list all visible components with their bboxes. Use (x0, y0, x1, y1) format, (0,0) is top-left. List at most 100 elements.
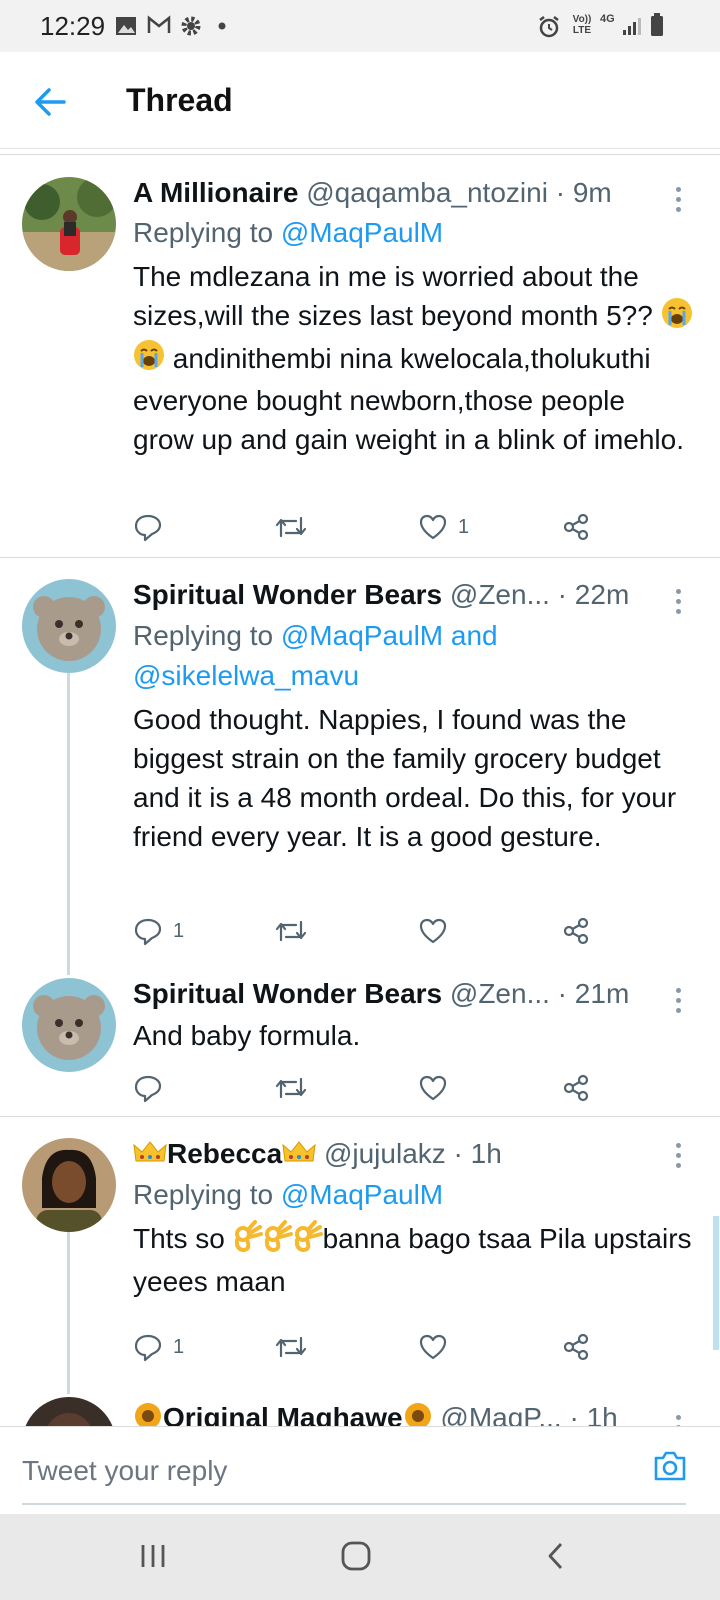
display-name[interactable]: Rebecca (167, 1138, 282, 1169)
user-handle[interactable]: @jujulakz (324, 1138, 446, 1169)
reply-count: 1 (173, 1335, 185, 1358)
like-button[interactable]: 1 (418, 509, 469, 545)
back-nav-icon[interactable] (546, 1541, 566, 1571)
reply-icon (134, 1075, 162, 1103)
avatar[interactable] (22, 177, 116, 271)
page-title: Thread (126, 82, 233, 118)
reply-button[interactable]: 1 (133, 913, 184, 949)
thread-line (67, 673, 70, 975)
retweet-button[interactable] (274, 1070, 308, 1106)
crying-face-icon (133, 339, 165, 381)
avatar[interactable] (22, 978, 116, 1072)
reply-icon (134, 514, 162, 542)
share-button[interactable] (561, 1070, 591, 1106)
battery-icon (651, 13, 663, 36)
tweet-text: The mdlezana in me is worried about the … (133, 257, 693, 459)
retweet-button[interactable] (274, 913, 308, 949)
thread-list[interactable]: A Millionaire @qaqamba_ntozini · 9m Repl… (0, 149, 720, 1427)
share-button[interactable] (561, 1329, 591, 1365)
tweet-actions: 1 (133, 509, 603, 549)
reply-icon (134, 918, 162, 946)
user-handle[interactable]: @Zen... (450, 978, 550, 1009)
ok-hand-icon (233, 1219, 263, 1262)
replying-to: Replying to @MaqPaulM and @sikelelwa_mav… (133, 620, 498, 691)
tweet-time: 1h (586, 1401, 618, 1427)
share-button[interactable] (561, 509, 591, 545)
sunflower-icon (403, 1401, 433, 1427)
tweet-header: A Millionaire @qaqamba_ntozini · 9m (133, 177, 612, 208)
gmail-icon (147, 15, 171, 33)
tweet[interactable]: A Millionaire @qaqamba_ntozini · 9m Repl… (0, 155, 720, 558)
replying-to: Replying to @MaqPaulM (133, 1179, 444, 1210)
back-arrow-icon[interactable] (30, 82, 70, 122)
like-button[interactable] (418, 913, 458, 949)
more-icon[interactable] (676, 589, 684, 619)
tweet[interactable]: Original Maqhawe @MaqP... · 1h (0, 1385, 720, 1427)
share-icon (563, 1333, 589, 1361)
ok-hand-icon (263, 1219, 293, 1262)
tweet-time: 22m (574, 579, 630, 610)
more-icon[interactable] (676, 1143, 684, 1173)
retweet-button[interactable] (274, 509, 308, 545)
more-icon[interactable] (676, 187, 684, 217)
retweet-button[interactable] (274, 1329, 308, 1365)
retweet-icon (275, 1336, 307, 1358)
display-name[interactable]: Spiritual Wonder Bears (133, 978, 442, 1009)
volte-indicator: Vo)) LTE (572, 14, 592, 36)
user-handle[interactable]: @MaqP... (440, 1402, 561, 1427)
more-icon[interactable] (676, 988, 684, 1018)
display-name[interactable]: A Millionaire (133, 177, 298, 208)
recent-apps-icon[interactable] (139, 1542, 167, 1570)
display-name[interactable]: Original Maqhawe (163, 1402, 403, 1427)
tweet[interactable]: Rebecca @jujulakz · 1h Replying to @MaqP… (0, 1117, 720, 1394)
mention-link[interactable]: @MaqPaulM (281, 217, 443, 248)
tweet-actions: 1 (133, 1329, 603, 1369)
avatar[interactable] (22, 579, 116, 673)
share-button[interactable] (561, 913, 591, 949)
tweet[interactable]: Spiritual Wonder Bears @Zen... · 22m Rep… (0, 558, 720, 975)
crown-icon (282, 1139, 316, 1172)
like-count: 1 (458, 515, 470, 538)
reply-composer[interactable]: Tweet your reply (0, 1426, 720, 1515)
camera-icon[interactable] (652, 1449, 688, 1483)
reply-input[interactable]: Tweet your reply (22, 1455, 227, 1487)
retweet-icon (275, 920, 307, 942)
system-nav-bar (0, 1514, 720, 1600)
notification-dot-icon (218, 22, 226, 30)
thread-line (67, 1232, 70, 1394)
crown-icon (133, 1139, 167, 1172)
like-icon (419, 1075, 447, 1101)
status-time: 12:29 (40, 11, 106, 41)
reply-count: 1 (173, 919, 185, 942)
tweet-actions: 1 (133, 913, 603, 953)
tweet-time: 21m (574, 978, 630, 1009)
ok-hand-icon (293, 1219, 323, 1262)
tweet[interactable]: Spiritual Wonder Bears @Zen... · 21m And… (0, 958, 720, 1116)
sunflower-icon (133, 1401, 163, 1427)
display-name[interactable]: Spiritual Wonder Bears (133, 579, 442, 610)
avatar[interactable] (22, 1138, 116, 1232)
mention-link[interactable]: @MaqPaulM (281, 1179, 443, 1210)
settings-gear-icon (181, 16, 201, 36)
like-button[interactable] (418, 1070, 458, 1106)
tweet-actions (133, 1070, 603, 1110)
home-icon[interactable] (340, 1540, 372, 1572)
tweet-header: Rebecca @jujulakz · 1h (133, 1138, 650, 1172)
reply-button[interactable] (133, 1070, 173, 1106)
avatar[interactable] (22, 1397, 116, 1427)
retweet-icon (275, 1077, 307, 1099)
crying-face-icon (661, 297, 693, 339)
like-icon (419, 918, 447, 944)
user-handle[interactable]: @Zen... (450, 579, 550, 610)
share-icon (563, 513, 589, 541)
status-bar: 12:29 Vo)) LTE 4G (0, 0, 720, 52)
tweet-text: Good thought. Nappies, I found was the b… (133, 704, 677, 852)
reply-button[interactable]: 1 (133, 1329, 184, 1365)
app-bar: Thread (0, 52, 720, 149)
like-button[interactable] (418, 1329, 458, 1365)
share-icon (563, 917, 589, 945)
scrollbar[interactable] (713, 1216, 719, 1350)
tweet-header: Original Maqhawe @MaqP... · 1h (133, 1401, 650, 1427)
user-handle[interactable]: @qaqamba_ntozini (306, 177, 548, 208)
reply-button[interactable] (133, 509, 173, 545)
